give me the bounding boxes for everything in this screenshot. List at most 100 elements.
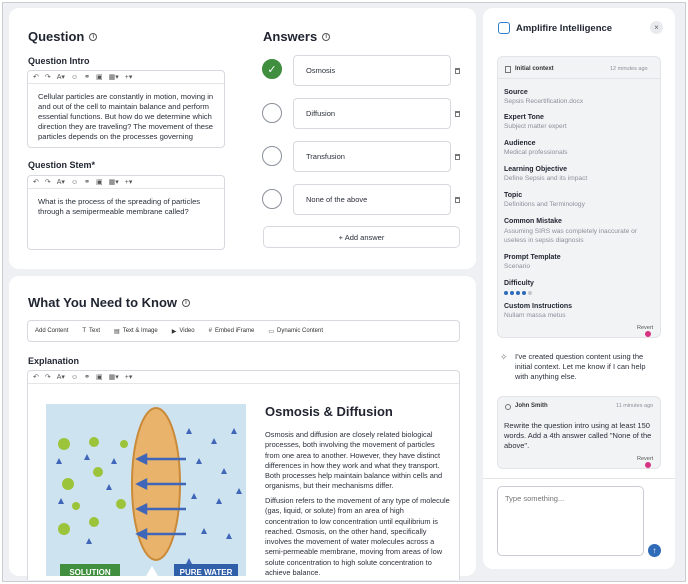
wytk-title: What You Need to Know <box>28 295 178 310</box>
answer-input[interactable]: Transfusion <box>293 141 451 172</box>
content-toolbar: Add Content T Text ▤ Text & Image ▶ Video #… <box>27 320 460 342</box>
insert-icon[interactable]: +▾ <box>125 178 133 186</box>
context-field-template: Prompt Template Scenario <box>504 254 561 270</box>
difficulty-dot <box>504 291 508 295</box>
image-icon[interactable]: ▣ <box>96 178 103 186</box>
trash-icon[interactable] <box>455 68 460 74</box>
add-content-button[interactable]: Add Content <box>35 328 68 334</box>
context-field-audience: Audience Medical professionals <box>504 140 568 156</box>
emoji-icon[interactable]: ☺ <box>71 374 78 381</box>
explanation-paragraph-2[interactable]: Diffusion refers to the movement of any … <box>265 496 450 578</box>
user-avatar-icon <box>505 404 511 410</box>
correct-answer-toggle[interactable]: ✓ <box>262 59 282 79</box>
emoji-icon[interactable]: ☺ <box>71 74 78 81</box>
embed-iframe-button[interactable]: # Embed iFrame <box>209 328 255 334</box>
image-icon[interactable]: ▣ <box>96 373 103 381</box>
osmosis-illustration: SOLUTION PURE WATER <box>46 404 246 576</box>
undo-icon[interactable]: ↶ <box>33 73 39 81</box>
answer-input[interactable]: None of the above <box>293 184 451 215</box>
answer-row: ✓ <box>262 59 282 79</box>
correct-answer-toggle[interactable] <box>262 189 282 209</box>
insert-icon[interactable]: +▾ <box>125 73 133 81</box>
undo-icon[interactable]: ↶ <box>33 178 39 186</box>
table-icon[interactable]: ▦▾ <box>109 73 119 81</box>
cursor-icon <box>645 462 651 468</box>
text-format-icon[interactable]: A▾ <box>57 73 65 81</box>
redo-icon[interactable]: ↷ <box>45 373 51 381</box>
explanation-paragraph-1[interactable]: Osmosis and diffusion are closely relate… <box>265 430 450 492</box>
correct-answer-toggle[interactable] <box>262 146 282 166</box>
hash-icon: # <box>208 328 212 334</box>
insert-icon[interactable]: +▾ <box>125 373 133 381</box>
answer-input[interactable]: Osmosis <box>293 55 451 86</box>
explanation-heading: Osmosis & Diffusion <box>265 404 393 419</box>
question-stem-text[interactable]: What is the process of the spreading of … <box>28 189 224 225</box>
answer-input[interactable]: Diffusion <box>293 98 451 129</box>
info-icon: i <box>322 32 331 41</box>
question-intro-label: Question Intro <box>28 56 90 66</box>
text-button[interactable]: T Text <box>82 328 100 334</box>
table-icon[interactable]: ▦▾ <box>109 178 119 186</box>
dynamic-content-icon: ▭ <box>268 328 274 335</box>
user-message: Rewrite the question intro using at leas… <box>504 421 652 450</box>
explanation-label: Explanation <box>28 356 80 366</box>
context-field-tone: Expert Tone Subject matter expert <box>504 114 567 130</box>
emoji-icon[interactable]: ☺ <box>71 179 78 186</box>
editor-toolbar: ↶ ↷ A▾ ☺ ⚭ ▣ ▦▾ +▾ <box>28 176 224 189</box>
assistant-message: I've created question content using the … <box>515 352 646 381</box>
question-intro-text[interactable]: Cellular particles are constantly in mot… <box>28 84 224 147</box>
text-icon: T <box>82 328 87 334</box>
undo-icon[interactable]: ↶ <box>33 373 39 381</box>
cursor-icon <box>645 331 651 337</box>
revert-link[interactable]: Revert <box>637 325 653 331</box>
context-field-source: Source Sepsis Recertification.docx <box>504 89 584 105</box>
question-title: Question <box>28 29 85 44</box>
context-field-difficulty: Difficulty <box>504 280 534 287</box>
trash-icon[interactable] <box>455 111 460 117</box>
text-image-button[interactable]: ▤ Text & Image <box>114 328 158 335</box>
link-icon[interactable]: ⚭ <box>84 373 90 381</box>
context-field-objective: Learning Objective Define Sepsis and its … <box>504 166 588 182</box>
link-icon[interactable]: ⚭ <box>84 178 90 186</box>
answer-row <box>262 189 282 209</box>
image-icon[interactable]: ▣ <box>96 73 103 81</box>
answer-row <box>262 103 282 123</box>
video-button[interactable]: ▶ Video <box>172 328 195 335</box>
trash-icon[interactable] <box>455 197 460 203</box>
dynamic-content-button[interactable]: ▭ Dynamic Content <box>268 328 323 335</box>
difficulty-dot <box>528 291 532 295</box>
difficulty-dot <box>522 291 526 295</box>
question-stem-editor[interactable]: ↶ ↷ A▾ ☺ ⚭ ▣ ▦▾ +▾ What is the process of th… <box>27 175 225 250</box>
text-format-icon[interactable]: A▾ <box>57 178 65 186</box>
info-icon: i <box>89 32 98 41</box>
link-icon[interactable]: ⚭ <box>84 73 90 81</box>
ai-sparkle-icon: ✧ <box>500 352 508 362</box>
revert-link[interactable]: Revert <box>637 456 653 462</box>
context-time: 12 minutes ago <box>610 66 648 72</box>
answers-title: Answers <box>263 29 318 44</box>
context-field-topic: Topic Definitions and Terminology <box>504 192 585 208</box>
ai-logo-icon <box>498 22 510 34</box>
solution-label: SOLUTION <box>69 568 111 576</box>
context-divider <box>497 78 661 79</box>
send-button[interactable]: ↑ <box>648 544 661 557</box>
context-field-instructions: Custom Instructions Nullam massa metus <box>504 303 573 319</box>
wytk-heading: What You Need to Know i <box>28 295 191 310</box>
question-stem-label: Question Stem* <box>28 160 96 170</box>
question-heading: Question i <box>28 29 98 44</box>
user-message-time: 11 minutes ago <box>616 403 654 409</box>
difficulty-dots <box>504 291 532 295</box>
redo-icon[interactable]: ↷ <box>45 178 51 186</box>
redo-icon[interactable]: ↷ <box>45 73 51 81</box>
add-answer-button[interactable]: + Add answer <box>263 226 460 248</box>
chat-input[interactable] <box>497 486 644 556</box>
trash-icon[interactable] <box>455 154 460 160</box>
close-icon[interactable]: × <box>650 21 663 34</box>
correct-answer-toggle[interactable] <box>262 103 282 123</box>
text-format-icon[interactable]: A▾ <box>57 373 65 381</box>
osmosis-diagram: SOLUTION PURE WATER <box>46 404 246 576</box>
difficulty-dot <box>510 291 514 295</box>
editor-toolbar: ↶ ↷ A▾ ☺ ⚭ ▣ ▦▾ +▾ <box>28 71 224 84</box>
table-icon[interactable]: ▦▾ <box>109 373 119 381</box>
question-intro-editor[interactable]: ↶ ↷ A▾ ☺ ⚭ ▣ ▦▾ +▾ Cellular particles are co… <box>27 70 225 148</box>
